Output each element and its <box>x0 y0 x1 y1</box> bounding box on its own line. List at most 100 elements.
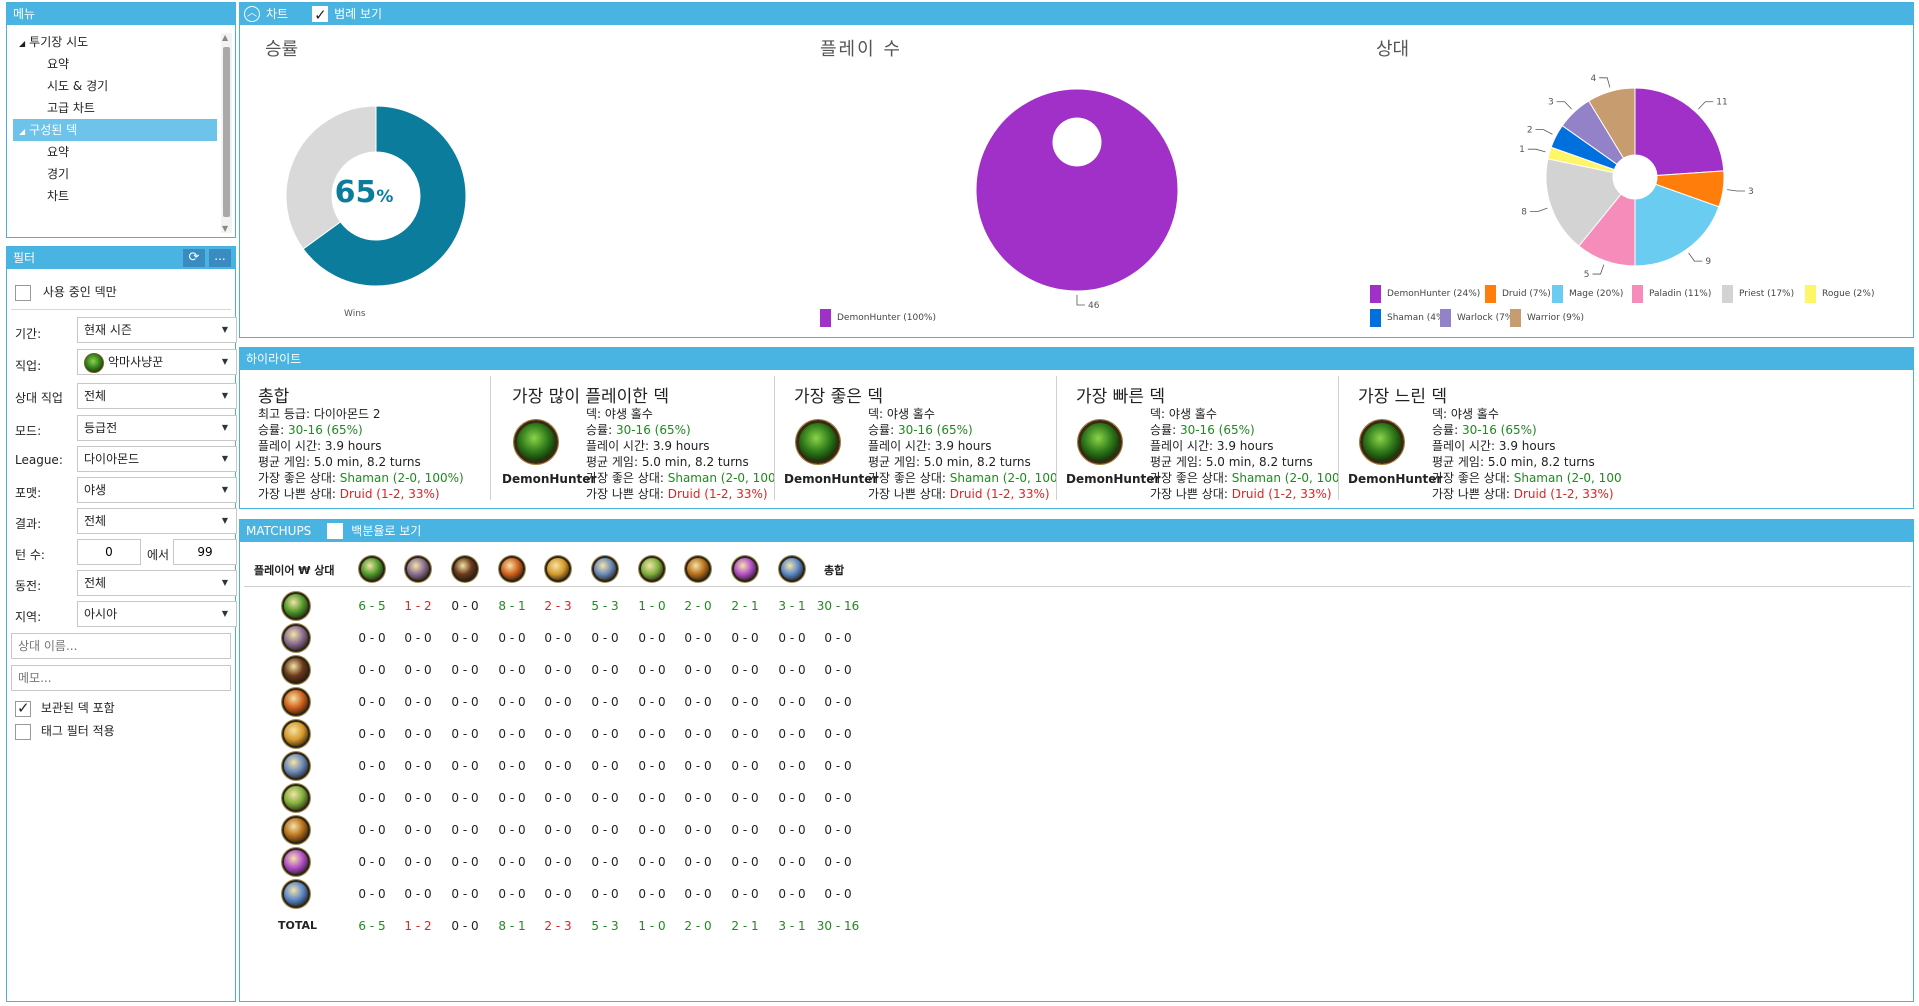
legend-label: 범례 보기 <box>334 7 383 21</box>
corner-header: 플레이어 ₩ 상대 <box>254 564 335 577</box>
tag-filter-row[interactable]: 태그 필터 적용 <box>15 722 115 740</box>
card-lines: 덱: 야생 홀수 승률: 30-16 (65%) 플레이 시간: 3.9 hours… <box>1150 406 1340 502</box>
matchup-cell: 0 - 0 <box>778 631 806 645</box>
tree-arena-advanced-charts[interactable]: 고급 차트 <box>47 97 95 119</box>
region-select[interactable]: 아시아 ▼ <box>77 601 237 627</box>
matchup-cell: 0 - 0 <box>358 695 386 709</box>
matchup-cell: 0 - 0 <box>544 823 572 837</box>
collapse-icon[interactable]: ︿ <box>244 6 260 22</box>
matchup-cell: 0 - 0 <box>778 791 806 805</box>
matchup-cell: 0 - 0 <box>544 631 572 645</box>
menu-title: 메뉴 <box>13 7 36 21</box>
matchup-cell: 30 - 16 <box>816 599 860 613</box>
matchup-cell: 0 - 0 <box>451 823 479 837</box>
matchup-cell: 0 - 0 <box>591 887 619 901</box>
class-select[interactable]: 악마사냥꾼 ▼ <box>77 349 237 375</box>
demonhunter-hero-icon <box>1078 420 1122 464</box>
tree-arena-runs-games[interactable]: 시도 & 경기 <box>47 75 108 97</box>
winrate-unit: % <box>376 187 394 207</box>
matchup-cell: 0 - 0 <box>684 759 712 773</box>
matchup-cell: 0 - 0 <box>404 663 432 677</box>
tree-constructed-charts[interactable]: 차트 <box>47 185 69 207</box>
scroll-thumb[interactable] <box>223 47 230 217</box>
more-button[interactable]: ... <box>209 249 231 267</box>
matchup-cell: 0 - 0 <box>591 631 619 645</box>
menu-tree: ◢ 투기장 시도 요약 시도 & 경기 고급 차트 ◢ 구성된 덱 요약 경기 차트 <box>11 31 221 233</box>
scroll-up-icon[interactable]: ▲ <box>222 33 228 42</box>
matchup-cell: 0 - 0 <box>824 887 852 901</box>
card-playtime: 플레이 시간: 3.9 hours <box>1432 439 1556 453</box>
matchup-cell: 1 - 2 <box>404 599 432 613</box>
card-lines: 덱: 야생 홀수 승률: 30-16 (65%) 플레이 시간: 3.9 hours… <box>1432 406 1622 502</box>
matchup-cell: 0 - 0 <box>778 695 806 709</box>
card-winrate: 승률: 30-16 (65%) <box>586 423 691 437</box>
card-worst: 가장 나쁜 상대: Druid (1-2, 33%) <box>586 487 768 501</box>
matchup-cell: 1 - 0 <box>638 599 666 613</box>
legend-swatch <box>1440 309 1451 327</box>
result-select[interactable]: 전체 ▼ <box>77 508 237 534</box>
archived-row[interactable]: 보관된 덱 포함 <box>15 699 115 717</box>
leader-line <box>1076 295 1085 306</box>
card-lines: 덱: 야생 홀수 승률: 30-16 (65%) 플레이 시간: 3.9 hours… <box>868 406 1058 502</box>
percent-checkbox[interactable] <box>327 523 344 539</box>
turns-to-input[interactable] <box>173 539 237 565</box>
expander-icon[interactable]: ◢ <box>19 127 25 136</box>
mage-icon <box>499 556 525 582</box>
tag-filter-checkbox[interactable] <box>15 723 31 740</box>
matchup-cell: 0 - 0 <box>591 855 619 869</box>
opponent-legend-item: Mage (20%) <box>1552 285 1623 303</box>
tree-constructed-summary[interactable]: 요약 <box>47 141 69 163</box>
total-row-label: TOTAL <box>278 919 318 932</box>
winrate-center-label: 65% <box>322 175 406 210</box>
tree-arena-runs[interactable]: ◢ 투기장 시도 <box>19 31 88 53</box>
active-deck-checkbox[interactable] <box>15 284 31 301</box>
opponent-select[interactable]: 전체 ▼ <box>77 383 237 409</box>
matchup-cell: 0 - 0 <box>358 631 386 645</box>
rogue-icon <box>639 556 665 582</box>
hero-name: DemonHunter <box>1066 472 1161 486</box>
tree-constructed-games[interactable]: 경기 <box>47 163 69 185</box>
turns-from-input[interactable] <box>77 539 141 565</box>
matchup-cell: 0 - 0 <box>498 695 526 709</box>
filter-header: 필터 ⟳ ... <box>7 247 235 269</box>
refresh-icon[interactable]: ⟳ <box>183 249 205 267</box>
league-select[interactable]: 다이아몬드 ▼ <box>77 446 237 472</box>
format-select[interactable]: 야생 ▼ <box>77 477 237 503</box>
period-select[interactable]: 현재 시즌 ▼ <box>77 317 237 343</box>
matchup-cell: 0 - 0 <box>824 631 852 645</box>
opponent-name-input[interactable] <box>11 633 231 659</box>
coin-select[interactable]: 전체 ▼ <box>77 570 237 596</box>
matchup-cell: 0 - 0 <box>358 791 386 805</box>
legend-checkbox[interactable] <box>312 4 329 26</box>
mode-select[interactable]: 등급전 ▼ <box>77 415 237 441</box>
matchup-cell: 0 - 0 <box>684 887 712 901</box>
tree-constructed-decks[interactable]: ◢ 구성된 덱 <box>13 119 217 141</box>
slice-data-label: 8 <box>1521 207 1527 217</box>
card-best: 가장 좋은 상대: Shaman (2-0, 100 <box>1150 471 1340 485</box>
leader-line <box>1527 148 1546 153</box>
warrior-icon <box>282 880 310 908</box>
chevron-down-icon: ▼ <box>221 391 228 400</box>
expander-icon[interactable]: ◢ <box>19 39 25 48</box>
matchup-cell: 0 - 0 <box>638 887 666 901</box>
card-best: 가장 좋은 상대: Shaman (2-0, 100 <box>1432 471 1622 485</box>
summary-lines: 최고 등급: 다이아몬드 2 승률: 30-16 (65%) 플레이 시간: 3… <box>258 406 464 502</box>
scroll-down-icon[interactable]: ▼ <box>222 224 228 233</box>
matchup-cell: 1 - 2 <box>404 919 432 933</box>
tree-arena-summary[interactable]: 요약 <box>47 53 69 75</box>
matchup-cell: 2 - 0 <box>684 919 712 933</box>
slice-data-label: 46 <box>1088 301 1100 311</box>
active-deck-row[interactable]: 사용 중인 덱만 <box>15 283 117 301</box>
matchup-cell: 0 - 0 <box>358 663 386 677</box>
matchup-cell: 0 - 0 <box>404 631 432 645</box>
card-deck: 덱: 야생 홀수 <box>1150 407 1217 421</box>
matchup-cell: 6 - 5 <box>358 599 386 613</box>
matchup-cell: 0 - 0 <box>544 727 572 741</box>
matchup-cell: 0 - 0 <box>638 663 666 677</box>
archived-checkbox[interactable] <box>15 699 31 717</box>
opponent-legend-item: Warlock (7%) <box>1440 309 1517 327</box>
matchup-cell: 0 - 0 <box>358 855 386 869</box>
note-input[interactable] <box>11 665 231 691</box>
collapse-charts-button[interactable]: 차트 <box>266 3 288 25</box>
menu-scrollbar[interactable]: ▲ ▼ <box>221 33 232 233</box>
